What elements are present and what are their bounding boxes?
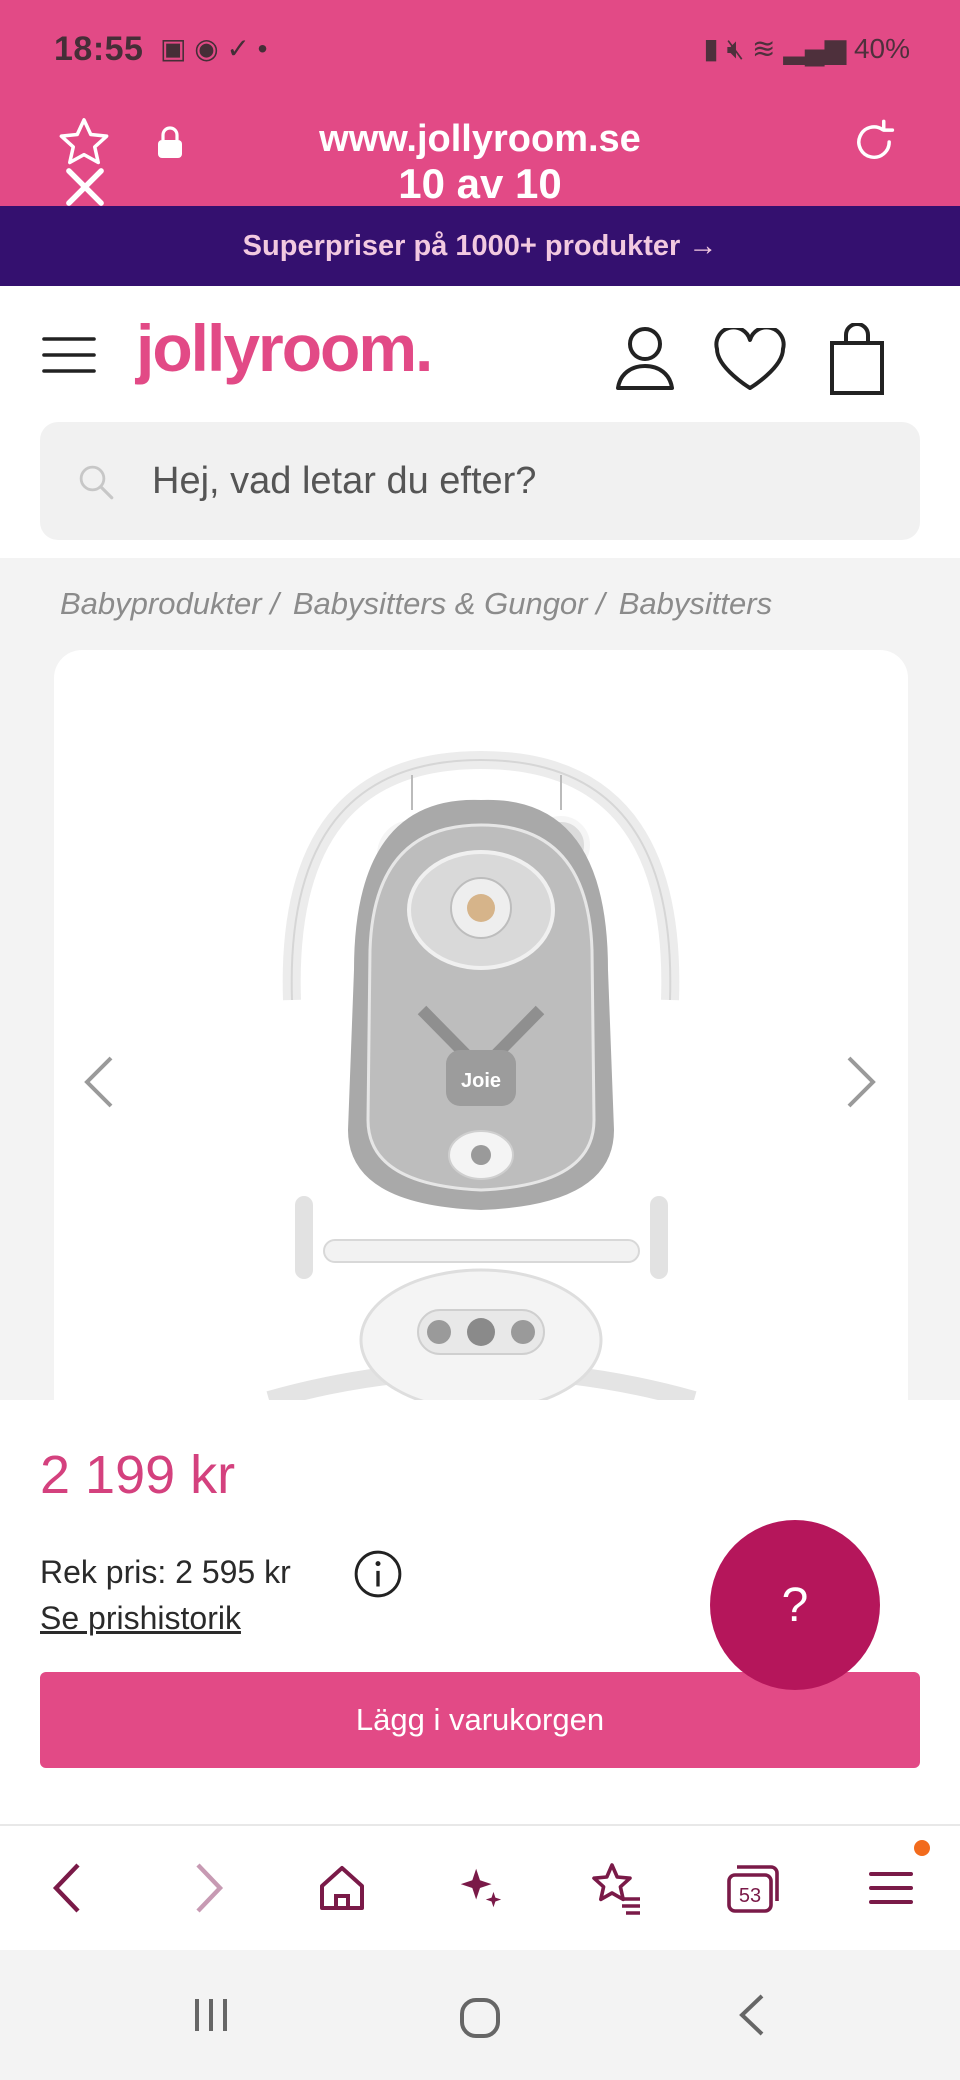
status-right: ▮ 🔇︎ ≋ ▂▄▆ 40% xyxy=(703,32,910,66)
wishlist-heart-icon[interactable] xyxy=(712,326,788,394)
mute-icon: 🔇︎ xyxy=(726,33,745,64)
breadcrumb: Babyprodukter / Babysitters & Gungor / B… xyxy=(60,586,772,622)
breadcrumb-item-babysitters-gungor[interactable]: Babysitters & Gungor / xyxy=(293,586,605,622)
breadcrumb-item-babysitters[interactable]: Babysitters xyxy=(619,586,772,622)
recent-apps-icon[interactable] xyxy=(186,1990,236,2040)
promo-banner[interactable]: Superpriser på 1000+ produkter → xyxy=(0,206,960,286)
product-image-baby-bouncer: Joie xyxy=(266,750,697,1410)
recommended-price: Rek pris: 2 595 kr xyxy=(40,1554,291,1590)
shopping-bag-icon[interactable] xyxy=(826,322,888,398)
bookmarks-star-icon[interactable] xyxy=(586,1860,646,1916)
menu-icon[interactable] xyxy=(864,1860,920,1916)
forward-arrow-icon[interactable] xyxy=(188,1860,230,1916)
battery-level: 40% xyxy=(853,33,910,64)
notification-dot xyxy=(914,1840,930,1856)
breadcrumb-item-babyprodukter[interactable]: Babyprodukter / xyxy=(60,586,279,622)
signal-icon: ▂▄▆ xyxy=(783,33,847,64)
address-bar-url[interactable]: www.jollyroom.se xyxy=(0,118,960,161)
search-input[interactable] xyxy=(152,422,892,540)
product-image-card: Joie xyxy=(54,650,908,1410)
home-button-icon[interactable] xyxy=(452,1990,508,2046)
account-icon[interactable] xyxy=(612,322,678,394)
info-icon[interactable] xyxy=(352,1548,404,1600)
battery-icon: ▮ xyxy=(703,33,719,64)
sparkle-icon[interactable] xyxy=(452,1860,508,1916)
back-arrow-icon[interactable] xyxy=(46,1860,88,1916)
carousel-prev-arrow-icon[interactable] xyxy=(78,1052,118,1112)
search-bar[interactable] xyxy=(40,422,920,540)
jollyroom-logo[interactable]: jollyroom. xyxy=(136,310,433,386)
price-history-link[interactable]: Se prishistorik xyxy=(40,1600,241,1637)
system-back-icon[interactable] xyxy=(726,1990,776,2040)
product-brand-label: Joie xyxy=(461,1070,501,1092)
image-counter: 10 av 10 xyxy=(398,160,562,207)
promo-text: Superpriser på 1000+ produkter → xyxy=(242,229,718,262)
search-icon xyxy=(74,460,118,504)
product-price: 2 199 kr xyxy=(40,1445,236,1505)
wifi-icon: ≋ xyxy=(752,33,776,64)
tabs-count: 53 xyxy=(739,1885,761,1907)
status-time: 18:55 xyxy=(54,30,144,68)
tabs-icon[interactable]: 53 xyxy=(724,1862,782,1916)
status-notification-icons: ▣ ◉ ✓ • xyxy=(160,33,268,64)
carousel-next-arrow-icon[interactable] xyxy=(842,1052,882,1112)
help-chat-button[interactable]: ? xyxy=(710,1520,880,1690)
home-icon[interactable] xyxy=(314,1860,370,1916)
hamburger-menu-icon[interactable] xyxy=(40,332,98,378)
